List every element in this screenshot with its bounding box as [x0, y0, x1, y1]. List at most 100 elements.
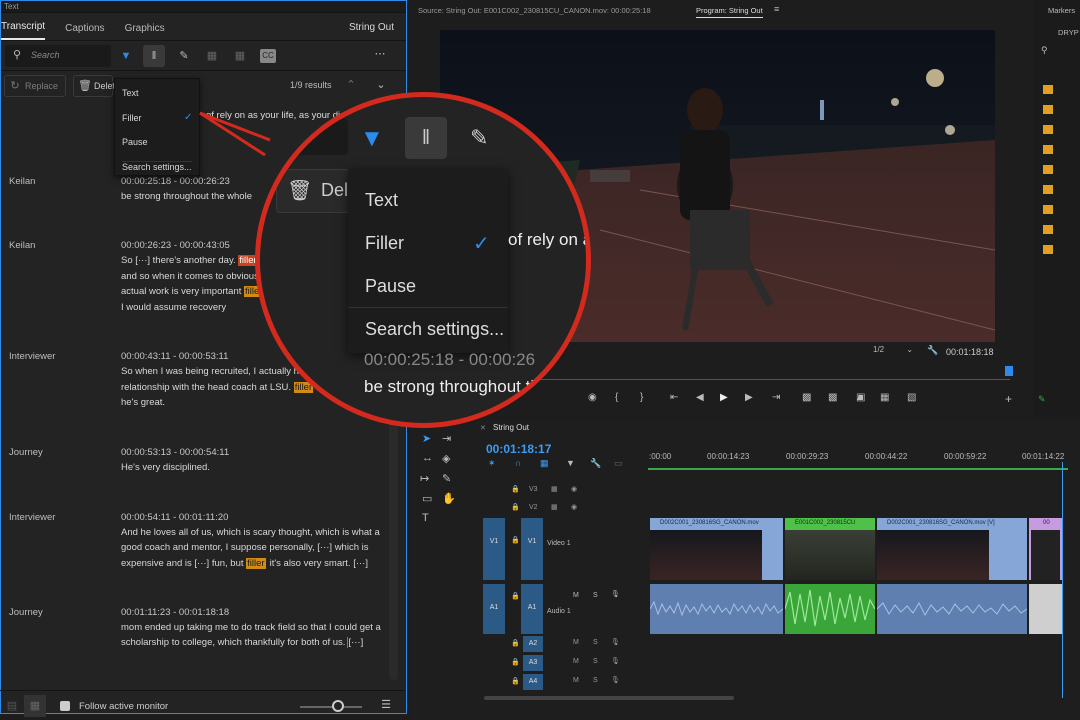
- video-clip[interactable]: 00: [1029, 518, 1062, 580]
- zoom-slider[interactable]: [300, 706, 362, 708]
- pen-icon[interactable]: ✎: [442, 472, 451, 485]
- source-patch-a1[interactable]: A1: [483, 584, 505, 634]
- mute-button[interactable]: M: [573, 639, 579, 646]
- mic-icon[interactable]: 🎙: [611, 638, 620, 646]
- mic-icon[interactable]: 🎙: [611, 657, 620, 665]
- next-result-icon[interactable]: ⌄: [374, 78, 388, 92]
- delete-button[interactable]: 🗑 Delete: [73, 75, 120, 97]
- ripple-edit-icon[interactable]: ↔: [422, 452, 433, 464]
- timeline-playhead[interactable]: [1062, 462, 1063, 698]
- insert-icon[interactable]: ▩: [802, 392, 811, 403]
- add-button-icon[interactable]: +: [1005, 392, 1012, 406]
- lock-icon[interactable]: 🔒: [511, 658, 520, 666]
- transcript-line[interactable]: expensive and is [···] fun, but filler it…: [121, 558, 368, 569]
- solo-button[interactable]: S: [593, 592, 598, 599]
- zoom-select[interactable]: 1/2 ⌄: [868, 345, 916, 359]
- lock-icon[interactable]: 🔒: [511, 592, 520, 600]
- playhead-marker[interactable]: [1005, 366, 1013, 376]
- snap-icon[interactable]: ∩: [515, 458, 521, 468]
- tab-captions[interactable]: Captions: [65, 23, 104, 40]
- add-marker-icon[interactable]: ▼: [566, 458, 575, 468]
- mute-button[interactable]: M: [573, 592, 579, 599]
- menu-item-text[interactable]: Text: [122, 88, 139, 98]
- pause-marker[interactable]: [···]: [347, 637, 364, 648]
- source-patch-v1[interactable]: V1: [483, 518, 505, 580]
- lock-icon[interactable]: 🔒: [511, 536, 520, 544]
- transcript-icon[interactable]: ▤: [4, 699, 20, 713]
- lock-icon[interactable]: 🔒: [511, 639, 520, 647]
- transcript-line[interactable]: He's very disciplined.: [121, 462, 210, 473]
- more-icon[interactable]: ⋯: [371, 47, 389, 61]
- nest-icon[interactable]: ✶: [488, 458, 496, 469]
- transcript-line[interactable]: relationship with the head coach at LSU.…: [121, 382, 314, 393]
- wrench-icon[interactable]: 🔧: [927, 345, 938, 356]
- transcript-line[interactable]: So [···] there's another day. filler: [121, 255, 258, 266]
- mute-button[interactable]: M: [573, 677, 579, 684]
- play-icon[interactable]: ▶: [720, 392, 728, 403]
- transcript-line[interactable]: good coach and mentor, I suppose persona…: [121, 542, 368, 553]
- mark-in-icon[interactable]: {: [615, 392, 618, 403]
- project-search-icon[interactable]: ⚲: [1041, 45, 1048, 56]
- go-to-out-icon[interactable]: ⇥: [772, 392, 780, 403]
- camera-icon[interactable]: ▣: [856, 392, 865, 403]
- pencil-green-icon[interactable]: ✎: [1038, 394, 1046, 405]
- filter-icon[interactable]: ▼: [119, 49, 133, 63]
- menu-icon[interactable]: ≡: [774, 4, 779, 14]
- step-back-icon[interactable]: ◀: [696, 392, 704, 403]
- eye-icon[interactable]: ◉: [571, 503, 577, 511]
- menu-item-search-settings[interactable]: Search settings...: [122, 161, 192, 172]
- selection-tool-icon[interactable]: ➤: [422, 432, 431, 445]
- compare-icon[interactable]: ▦: [880, 392, 889, 403]
- timeline-tab[interactable]: String Out: [493, 423, 529, 432]
- search-input[interactable]: ⚲ Search: [5, 45, 111, 67]
- menu-item-pause[interactable]: Pause: [122, 137, 148, 147]
- lock-icon[interactable]: 🔒: [511, 503, 520, 511]
- track-target-a1[interactable]: A1: [521, 584, 543, 634]
- eye-icon[interactable]: ◉: [571, 485, 577, 493]
- audio-clip[interactable]: [877, 584, 1027, 634]
- timeline-scrollbar[interactable]: [484, 696, 734, 700]
- slip-icon[interactable]: ↦: [420, 472, 429, 485]
- transcript-line[interactable]: And he loves all of us, which is scary t…: [121, 527, 380, 538]
- transcript-line[interactable]: actual work is very important filler: [121, 286, 264, 297]
- transcript-line[interactable]: I would assume recovery: [121, 302, 226, 313]
- marker-icon[interactable]: ◉: [588, 392, 597, 403]
- sync-lock-icon[interactable]: ▦: [551, 485, 558, 493]
- transcript-line[interactable]: he's great.: [121, 397, 165, 408]
- pencil-icon[interactable]: ✎: [177, 49, 191, 63]
- replace-button[interactable]: ↻ Replace: [4, 75, 66, 97]
- audio-clip[interactable]: [1029, 584, 1062, 634]
- go-to-in-icon[interactable]: ⇤: [670, 392, 678, 403]
- mute-button[interactable]: M: [573, 658, 579, 665]
- razor-icon[interactable]: ◈: [442, 452, 450, 465]
- track-target-v1[interactable]: V1: [521, 518, 543, 580]
- filler-highlight[interactable]: filler: [246, 558, 266, 569]
- hand-icon[interactable]: ✋: [442, 492, 456, 505]
- transcript-line[interactable]: So when I was being recruited, I actuall…: [121, 366, 299, 377]
- pause-filter-icon[interactable]: ‖: [143, 45, 165, 67]
- project-tab[interactable]: DRYP: [1058, 28, 1079, 37]
- menu-item-filler[interactable]: Filler: [122, 113, 142, 123]
- export-frame-icon[interactable]: ▧: [907, 392, 916, 403]
- transcript-line[interactable]: and so when it comes to obvious: [121, 271, 259, 282]
- settings-sliders-icon[interactable]: ☰: [378, 698, 394, 712]
- markers-tab[interactable]: Markers: [1048, 6, 1075, 15]
- split-icon[interactable]: ▦: [231, 49, 249, 63]
- mark-out-icon[interactable]: }: [640, 392, 643, 403]
- captions-icon[interactable]: CC: [260, 49, 276, 63]
- rectangle-icon[interactable]: ▭: [422, 492, 432, 505]
- previous-result-icon[interactable]: ⌃: [344, 78, 358, 92]
- step-forward-icon[interactable]: ▶: [745, 392, 753, 403]
- zoom-slider-handle[interactable]: [332, 700, 344, 712]
- transcript-line[interactable]: mom ended up taking me to do track field…: [121, 622, 381, 633]
- captions-track-icon[interactable]: ▭: [614, 458, 623, 469]
- merge-icon[interactable]: ▦: [203, 49, 221, 63]
- track-select-icon[interactable]: ⇥: [442, 432, 451, 445]
- lock-icon[interactable]: 🔒: [511, 677, 520, 685]
- follow-checkbox[interactable]: [60, 701, 70, 711]
- mic-icon[interactable]: 🎙: [611, 676, 620, 684]
- solo-button[interactable]: S: [593, 658, 598, 665]
- overwrite-icon[interactable]: ▩: [828, 392, 837, 403]
- timeline-ruler[interactable]: :00:00 00:00:14:23 00:00:29:23 00:00:44:…: [648, 448, 1068, 470]
- mic-icon[interactable]: 🎙: [611, 590, 620, 598]
